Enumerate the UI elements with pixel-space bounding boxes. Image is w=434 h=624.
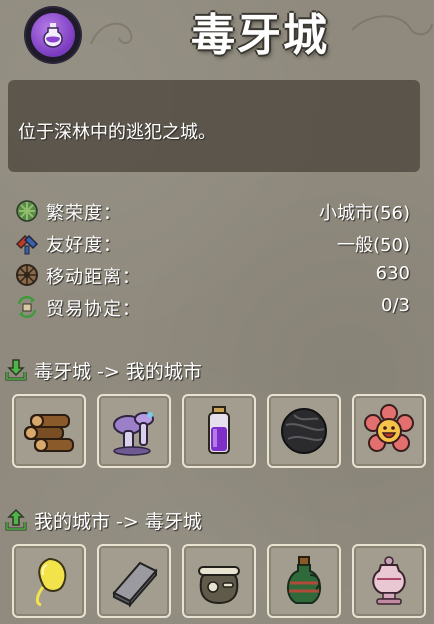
stat-friendship: 友好度： 一般(50): [14, 230, 410, 258]
wine-jug-icon: [287, 556, 321, 604]
friendship-handshake-icon: [15, 234, 39, 255]
iron-ingot-icon: [112, 561, 158, 608]
imports-title: 毒牙城 -> 我的城市: [34, 361, 202, 383]
export-slot-jug[interactable]: [267, 544, 341, 618]
exports-header: 我的城市 -> 毒牙城: [4, 506, 424, 536]
export-slot-vase[interactable]: [352, 544, 426, 618]
stat-trade-agreement: 贸易协定： 0/3: [14, 294, 410, 322]
import-slot-black-ball[interactable]: [267, 394, 341, 468]
import-slot-mushroom[interactable]: [97, 394, 171, 468]
export-slot-slime[interactable]: [12, 544, 86, 618]
stat-value: 小城市(56): [319, 203, 410, 224]
ornate-vase-icon: [372, 556, 406, 605]
export-slot-bones[interactable]: [182, 544, 256, 618]
import-slot-wood[interactable]: [12, 394, 86, 468]
description-panel: 位于深林中的逃犯之城。: [8, 80, 420, 172]
stat-label: 移动距离：: [46, 267, 141, 288]
mushroom-cluster-icon: [113, 412, 154, 456]
purple-vial-icon: [208, 406, 230, 454]
exports-title: 我的城市 -> 毒牙城: [34, 511, 202, 533]
import-slot-flower[interactable]: [352, 394, 426, 468]
upload-arrow-icon: [5, 508, 27, 531]
stat-value: 0/3: [381, 295, 410, 316]
stat-value: 一般(50): [337, 235, 410, 256]
bone-sack-icon: [198, 566, 240, 605]
prosperity-leaf-icon: [16, 200, 38, 222]
stat-prosperity: 繁荣度： 小城市(56): [14, 198, 410, 226]
import-slot-vial[interactable]: [182, 394, 256, 468]
trade-agreement-icon: [17, 295, 37, 319]
stat-label: 贸易协定：: [46, 299, 141, 320]
page-title: 毒牙城: [191, 10, 329, 61]
stat-label: 繁荣度：: [46, 203, 122, 224]
black-ball-icon: [281, 408, 327, 454]
wood-logs-icon: [24, 414, 74, 452]
stat-value: 630: [375, 263, 410, 284]
smiling-flower-icon: [364, 404, 414, 452]
distance-wheel-icon: [16, 264, 38, 286]
stat-label: 友好度：: [46, 235, 122, 256]
yellow-slime-icon: [35, 557, 67, 607]
description-text: 位于深林中的逃犯之城。: [18, 122, 216, 143]
city-emblem-icon: [26, 8, 80, 62]
download-arrow-icon: [5, 359, 27, 381]
export-slot-ingot[interactable]: [97, 544, 171, 618]
stat-distance: 移动距离： 630: [14, 262, 410, 290]
imports-header: 毒牙城 -> 我的城市: [4, 356, 424, 386]
